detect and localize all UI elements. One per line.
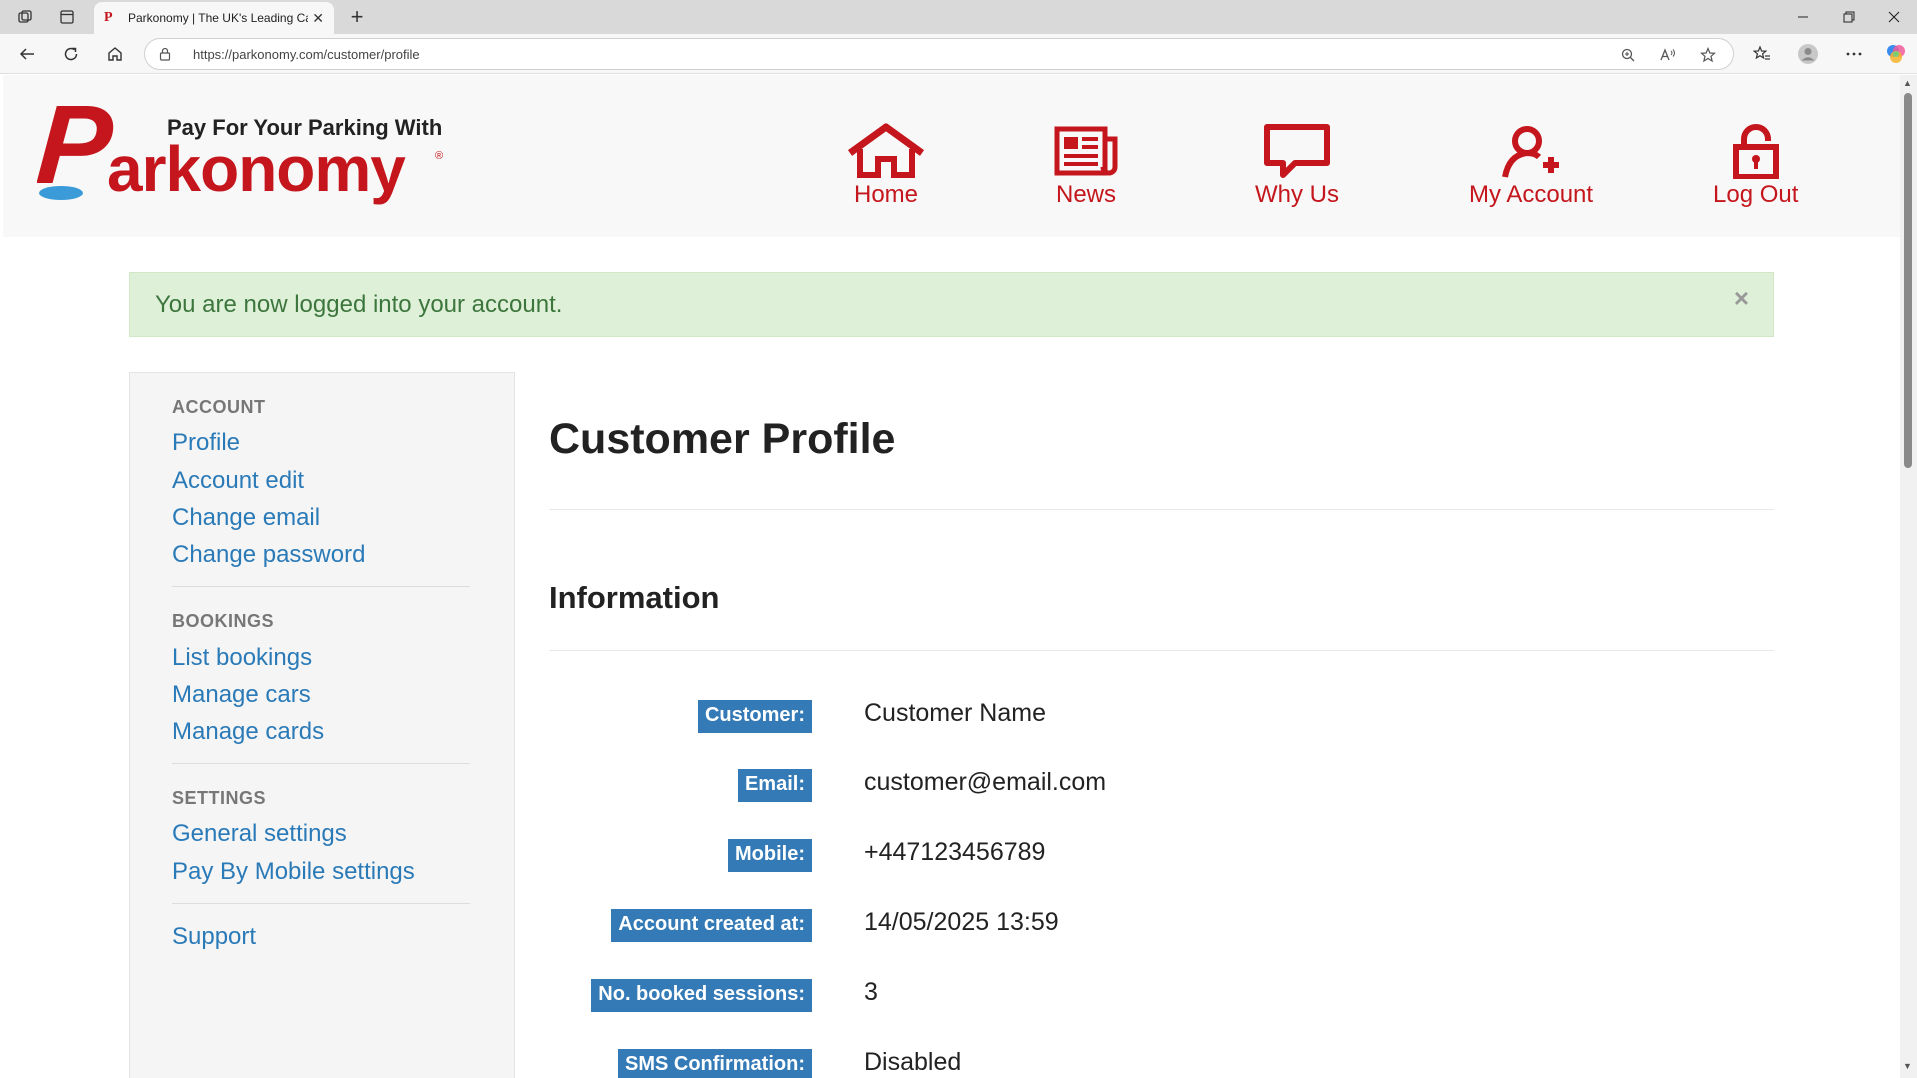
copilot-icon[interactable]	[1884, 42, 1908, 66]
sidebar-item-support[interactable]: Support	[172, 923, 256, 951]
refresh-icon[interactable]	[58, 42, 84, 66]
home-icon	[847, 123, 925, 178]
alert-message: You are now logged into your account.	[155, 291, 563, 318]
site-header: P Pay For Your Parking With arkonomy ® H…	[3, 75, 1900, 237]
field-label-account-created: Account created at:	[611, 909, 812, 942]
nav-home-label: Home	[853, 181, 919, 208]
profile-avatar-icon[interactable]	[1796, 42, 1820, 66]
divider	[549, 650, 1774, 651]
sidebar-item-change-password[interactable]: Change password	[172, 541, 365, 569]
close-window-icon[interactable]	[1871, 4, 1917, 30]
browser-tab-active[interactable]: P Parkonomy | The UK's Leading Car Parki…	[94, 2, 334, 34]
favorite-star-icon[interactable]	[1697, 45, 1719, 65]
nav-why-us[interactable]: Why Us	[1255, 123, 1339, 209]
field-value-email: customer@email.com	[864, 768, 1107, 796]
alert-close-icon[interactable]: ×	[1734, 283, 1749, 314]
page-viewport: P Pay For Your Parking With arkonomy ® H…	[0, 75, 1900, 1078]
address-bar[interactable]: https://parkonomy.com/customer/profile	[144, 38, 1734, 70]
sidebar-divider	[172, 903, 470, 904]
scroll-up-icon[interactable]: ▲	[1903, 78, 1912, 88]
tab-close-icon[interactable]: ✕	[312, 10, 324, 27]
minimize-icon[interactable]	[1780, 4, 1826, 30]
svg-text:®: ®	[435, 150, 443, 162]
login-success-alert: You are now logged into your account. ×	[129, 272, 1774, 337]
field-value-customer: Customer Name	[864, 699, 1046, 727]
sidebar-divider	[172, 763, 470, 764]
sidebar-divider	[172, 586, 470, 587]
sidebar-heading-settings: SETTINGS	[172, 788, 267, 808]
field-label-booked-sessions: No. booked sessions:	[591, 979, 812, 1012]
unlock-icon	[1732, 124, 1779, 179]
field-value-sms-confirmation: Disabled	[864, 1048, 962, 1076]
chat-bubble-icon	[1264, 124, 1330, 178]
svg-text:arkonomy: arkonomy	[107, 133, 406, 205]
home-browser-icon[interactable]	[102, 42, 128, 66]
section-title-information: Information	[549, 580, 720, 615]
nav-my-account[interactable]: My Account	[1469, 123, 1593, 209]
lock-icon[interactable]	[159, 47, 171, 64]
parkonomy-favicon-icon: P	[104, 10, 113, 25]
field-label-mobile: Mobile:	[728, 839, 812, 872]
more-menu-icon[interactable]	[1842, 42, 1866, 66]
nav-news-label: News	[1055, 181, 1116, 208]
scroll-thumb[interactable]	[1904, 93, 1912, 468]
sidebar-item-manage-cards[interactable]: Manage cards	[172, 718, 324, 746]
nav-home[interactable]: Home	[846, 123, 926, 209]
sidebar-item-general-settings[interactable]: General settings	[172, 820, 347, 848]
sidebar-item-change-email[interactable]: Change email	[172, 504, 320, 532]
field-label-email: Email:	[737, 769, 812, 802]
field-label-customer: Customer:	[697, 700, 812, 733]
sidebar-item-manage-cars[interactable]: Manage cars	[172, 681, 311, 709]
url-text[interactable]: https://parkonomy.com/customer/profile	[193, 47, 420, 62]
restore-icon[interactable]	[1826, 4, 1872, 30]
browser-toolbar: https://parkonomy.com/customer/profile	[0, 34, 1917, 74]
read-aloud-icon[interactable]	[1657, 45, 1679, 65]
field-value-account-created: 14/05/2025 13:59	[864, 908, 1059, 936]
sidebar-item-profile[interactable]: Profile	[172, 429, 240, 457]
favorites-icon[interactable]	[1750, 42, 1774, 66]
sidebar-item-list-bookings[interactable]: List bookings	[172, 644, 312, 672]
field-label-sms-confirmation: SMS Confirmation:	[618, 1049, 812, 1078]
field-value-booked-sessions: 3	[864, 978, 878, 1006]
page-title: Customer Profile	[549, 415, 896, 463]
zoom-icon[interactable]	[1617, 45, 1639, 65]
nav-news[interactable]: News	[1046, 123, 1126, 209]
divider	[549, 509, 1774, 510]
back-arrow-icon[interactable]	[14, 42, 40, 66]
tab-title: Parkonomy | The UK's Leading Car Parking…	[128, 11, 308, 25]
sidebar-heading-bookings: BOOKINGS	[172, 611, 275, 631]
nav-why-us-label: Why Us	[1255, 181, 1339, 208]
tab-actions-icon[interactable]	[54, 5, 80, 29]
sidebar-item-account-edit[interactable]: Account edit	[172, 467, 304, 495]
sidebar-heading-account: ACCOUNT	[172, 397, 266, 417]
scroll-down-icon[interactable]: ▼	[1903, 1061, 1912, 1071]
page-scrollbar[interactable]: ▲ ▼	[1900, 75, 1917, 1078]
add-user-icon	[1502, 126, 1560, 178]
nav-log-out-label: Log Out	[1713, 181, 1799, 208]
account-sidebar: ACCOUNT Profile Account edit Change emai…	[129, 372, 515, 1078]
parkonomy-logo[interactable]: P Pay For Your Parking With arkonomy ®	[37, 91, 447, 209]
nav-my-account-label: My Account	[1469, 181, 1594, 208]
browser-tab-bar: P Parkonomy | The UK's Leading Car Parki…	[0, 0, 1917, 34]
newspaper-icon	[1054, 126, 1118, 176]
field-value-mobile: +447123456789	[864, 838, 1046, 866]
new-tab-button[interactable]: +	[344, 4, 370, 30]
svg-text:P: P	[37, 91, 117, 207]
nav-log-out[interactable]: Log Out	[1713, 123, 1798, 209]
workspaces-icon[interactable]	[12, 5, 38, 29]
sidebar-item-pay-by-mobile-settings[interactable]: Pay By Mobile settings	[172, 858, 415, 886]
